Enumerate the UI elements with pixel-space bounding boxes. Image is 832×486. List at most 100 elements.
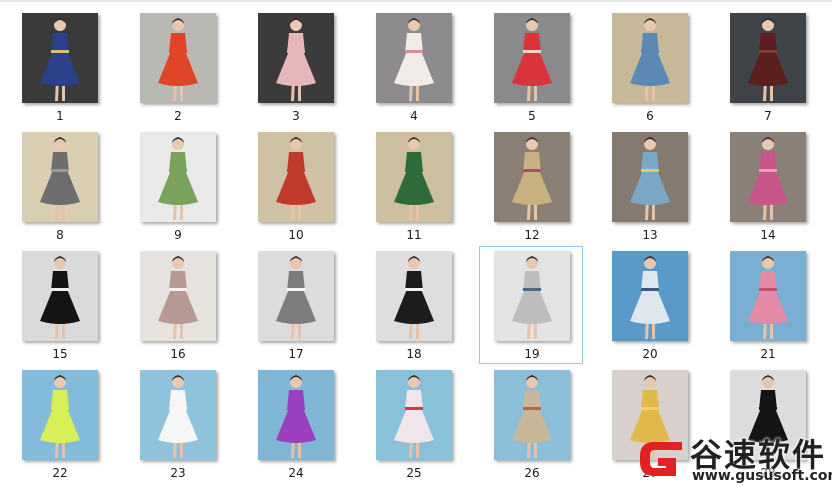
thumbnail-item[interactable]: 14	[715, 127, 819, 245]
dress-photo	[22, 132, 98, 222]
thumbnail-label: 10	[288, 228, 304, 242]
thumbnail-label: 2	[174, 109, 182, 123]
thumbnail-label: 8	[56, 228, 64, 242]
dress-photo	[612, 251, 688, 341]
thumbnail-label: 17	[288, 347, 304, 361]
thumbnail-image	[612, 251, 688, 341]
thumbnail-item[interactable]: 16	[125, 246, 229, 364]
thumbnail-image	[258, 132, 334, 222]
thumbnail-item[interactable]: 5	[479, 8, 583, 126]
dress-photo	[140, 13, 216, 103]
dress-photo	[140, 370, 216, 460]
thumbnail-item[interactable]: 20	[597, 246, 701, 364]
thumbnail-image	[140, 251, 216, 341]
dress-photo	[140, 251, 216, 341]
thumbnail-image	[376, 13, 452, 103]
thumbnail-label: 14	[760, 228, 776, 242]
thumbnail-image	[494, 13, 570, 103]
thumbnail-image	[494, 251, 570, 341]
thumbnail-item[interactable]: 18	[361, 246, 465, 364]
thumbnail-label: 20	[642, 347, 658, 361]
thumbnail-image	[140, 132, 216, 222]
thumbnail-image	[22, 251, 98, 341]
thumbnail-label: 7	[764, 109, 772, 123]
thumbnail-image	[258, 13, 334, 103]
thumbnail-label: 24	[288, 466, 304, 480]
thumbnail-label: 5	[528, 109, 536, 123]
thumbnail-item[interactable]: 23	[125, 365, 229, 483]
thumbnail-grid: 1 2 3 4 5 6 7 8 9 10 11 12 13 14 15 16 17 18 19 20 21 22 23 24 2…	[0, 0, 832, 486]
thumbnail-image	[376, 370, 452, 460]
watermark-url: www.gususoft.com	[692, 468, 832, 484]
thumbnail-item[interactable]: 3	[243, 8, 347, 126]
dress-photo	[22, 13, 98, 103]
dress-photo	[258, 13, 334, 103]
dress-photo	[494, 370, 570, 460]
thumbnail-image	[730, 132, 806, 222]
dress-photo	[376, 370, 452, 460]
gususoft-logo-icon	[640, 442, 682, 476]
thumbnail-item[interactable]: 19	[479, 246, 583, 364]
thumbnail-label: 13	[642, 228, 658, 242]
thumbnail-image	[612, 13, 688, 103]
thumbnail-label: 15	[52, 347, 68, 361]
thumbnail-item[interactable]: 2	[125, 8, 229, 126]
dress-photo	[258, 132, 334, 222]
thumbnail-item[interactable]: 25	[361, 365, 465, 483]
thumbnail-item[interactable]: 21	[715, 246, 819, 364]
thumbnail-image	[140, 370, 216, 460]
thumbnail-item[interactable]: 1	[7, 8, 111, 126]
watermark: 谷速软件 www.gususoft.com	[632, 432, 832, 486]
thumbnail-item[interactable]: 11	[361, 127, 465, 245]
dress-photo	[258, 370, 334, 460]
dress-photo	[612, 13, 688, 103]
thumbnail-item[interactable]: 10	[243, 127, 347, 245]
thumbnail-label: 16	[170, 347, 186, 361]
thumbnail-image	[22, 370, 98, 460]
dress-photo	[494, 13, 570, 103]
thumbnail-label: 9	[174, 228, 182, 242]
thumbnail-label: 22	[52, 466, 68, 480]
thumbnail-item[interactable]: 17	[243, 246, 347, 364]
thumbnail-image	[22, 132, 98, 222]
thumbnail-image	[494, 132, 570, 222]
dress-photo	[730, 13, 806, 103]
thumbnail-item[interactable]: 12	[479, 127, 583, 245]
thumbnail-image	[258, 251, 334, 341]
thumbnail-label: 26	[524, 466, 540, 480]
thumbnail-item[interactable]: 26	[479, 365, 583, 483]
dress-photo	[258, 251, 334, 341]
thumbnail-item[interactable]: 15	[7, 246, 111, 364]
thumbnail-label: 1	[56, 109, 64, 123]
thumbnail-item[interactable]: 7	[715, 8, 819, 126]
dress-photo	[730, 132, 806, 222]
thumbnail-image	[494, 370, 570, 460]
thumbnail-label: 21	[760, 347, 776, 361]
thumbnail-label: 12	[524, 228, 540, 242]
thumbnail-label: 4	[410, 109, 418, 123]
dress-photo	[22, 370, 98, 460]
thumbnail-image	[258, 370, 334, 460]
dress-photo	[730, 251, 806, 341]
thumbnail-image	[376, 132, 452, 222]
thumbnail-label: 19	[524, 347, 540, 361]
thumbnail-item[interactable]: 22	[7, 365, 111, 483]
dress-photo	[376, 132, 452, 222]
dress-photo	[494, 132, 570, 222]
thumbnail-label: 23	[170, 466, 186, 480]
thumbnail-item[interactable]: 9	[125, 127, 229, 245]
thumbnail-item[interactable]: 8	[7, 127, 111, 245]
thumbnail-item[interactable]: 4	[361, 8, 465, 126]
thumbnail-image	[22, 13, 98, 103]
dress-photo	[22, 251, 98, 341]
thumbnail-image	[140, 13, 216, 103]
dress-photo	[140, 132, 216, 222]
thumbnail-label: 18	[406, 347, 422, 361]
dress-photo	[494, 251, 570, 341]
thumbnail-label: 6	[646, 109, 654, 123]
thumbnail-image	[612, 132, 688, 222]
thumbnail-image	[730, 251, 806, 341]
thumbnail-item[interactable]: 24	[243, 365, 347, 483]
thumbnail-item[interactable]: 6	[597, 8, 701, 126]
thumbnail-item[interactable]: 13	[597, 127, 701, 245]
